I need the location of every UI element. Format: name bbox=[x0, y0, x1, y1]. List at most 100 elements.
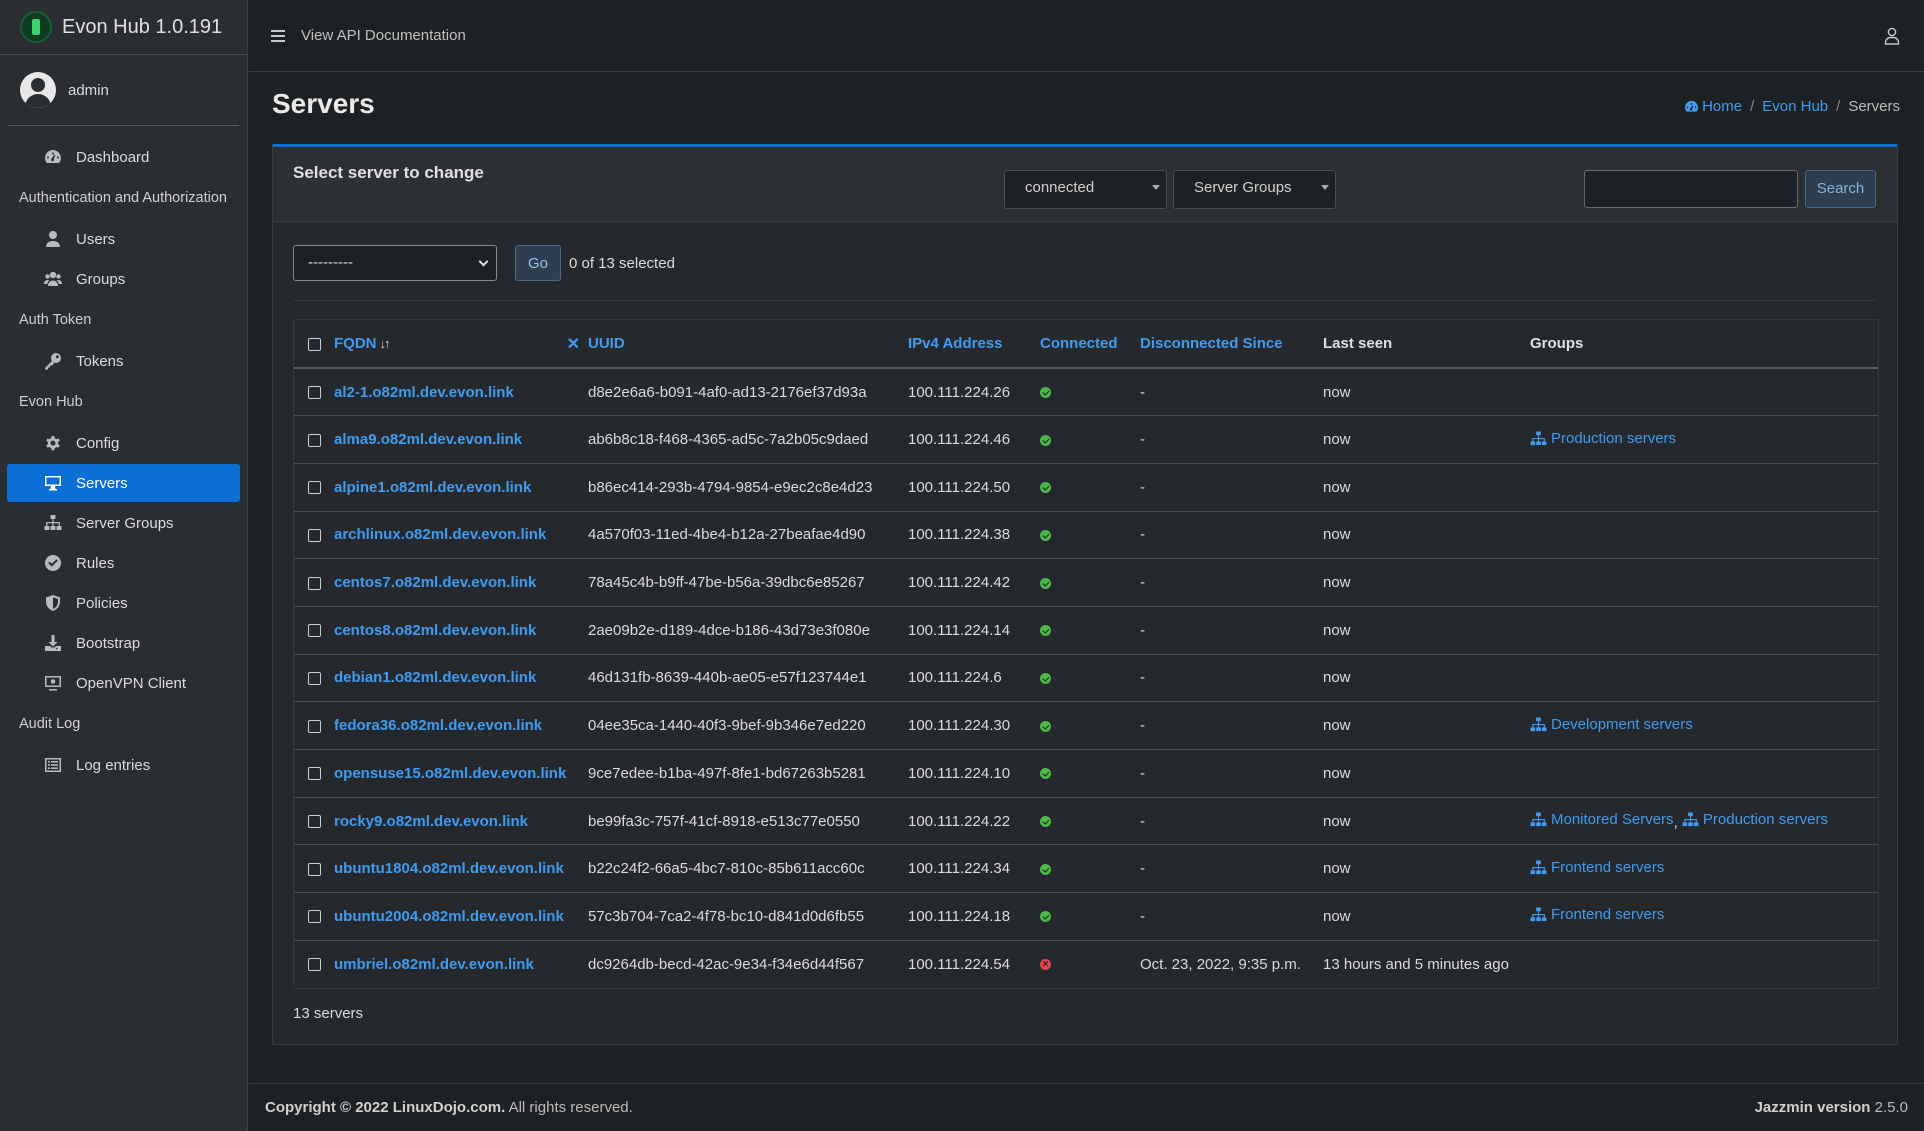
table-row: alpine1.o82ml.dev.evon.link b86ec414-293b… bbox=[294, 463, 1878, 512]
row-checkbox[interactable] bbox=[307, 958, 321, 972]
column-header-disconnected-since[interactable]: Disconnected Since bbox=[1140, 335, 1283, 352]
sidebar-section-header: Auth Token bbox=[19, 312, 92, 328]
row-checkbox[interactable] bbox=[307, 815, 321, 829]
row-checkbox[interactable] bbox=[307, 767, 321, 781]
group-link[interactable]: Production servers bbox=[1682, 811, 1828, 828]
fqdn-link[interactable]: rocky9.o82ml.dev.evon.link bbox=[334, 813, 528, 830]
footer: Copyright © 2022 LinuxDojo.com. All righ… bbox=[249, 1083, 1924, 1131]
sitemap-icon bbox=[1530, 812, 1551, 827]
sidebar-item-users[interactable]: Users bbox=[7, 220, 240, 258]
fqdn-link[interactable]: fedora36.o82ml.dev.evon.link bbox=[334, 717, 542, 734]
last-seen-cell: now bbox=[1323, 621, 1351, 639]
uuid-cell: b86ec414-293b-4794-9854-e9ec2c8e4d23 bbox=[588, 478, 873, 496]
sidebar-item-openvpn-client[interactable]: OpenVPN Client bbox=[7, 664, 240, 702]
search-button[interactable]: Search bbox=[1805, 170, 1876, 208]
brand[interactable]: Evon Hub 1.0.191 bbox=[0, 0, 247, 55]
uuid-cell: 4a570f03-11ed-4be4-b12a-27beafae4d90 bbox=[588, 526, 866, 544]
fqdn-link[interactable]: umbriel.o82ml.dev.evon.link bbox=[334, 956, 534, 973]
group-link[interactable]: Frontend servers bbox=[1530, 906, 1664, 923]
group-link[interactable]: Frontend servers bbox=[1530, 859, 1664, 876]
footer-version-label: Jazzmin version bbox=[1754, 1099, 1871, 1116]
row-checkbox[interactable] bbox=[307, 719, 321, 733]
breadcrumb-app[interactable]: Evon Hub bbox=[1762, 98, 1828, 115]
column-header-connected[interactable]: Connected bbox=[1040, 335, 1118, 352]
uuid-cell: b22c24f2-66a5-4bc7-810c-85b611acc60c bbox=[588, 860, 865, 878]
divider bbox=[293, 300, 1877, 301]
user-icon bbox=[42, 230, 64, 248]
fqdn-link[interactable]: alma9.o82ml.dev.evon.link bbox=[334, 431, 522, 448]
row-checkbox[interactable] bbox=[307, 481, 321, 495]
search-input[interactable] bbox=[1584, 170, 1798, 208]
row-checkbox[interactable] bbox=[307, 386, 321, 400]
fqdn-link[interactable]: archlinux.o82ml.dev.evon.link bbox=[334, 526, 546, 543]
disconnected-since-cell: - bbox=[1140, 764, 1145, 782]
fqdn-link[interactable]: alpine1.o82ml.dev.evon.link bbox=[334, 479, 531, 496]
row-checkbox[interactable] bbox=[307, 576, 321, 590]
api-docs-link[interactable]: View API Documentation bbox=[301, 27, 466, 44]
go-button[interactable]: Go bbox=[515, 245, 561, 281]
column-header-ipv4[interactable]: IPv4 Address bbox=[908, 335, 1003, 352]
sidebar-item-label: Config bbox=[76, 434, 120, 452]
sidebar-item-dashboard[interactable]: Dashboard bbox=[7, 138, 240, 176]
row-checkbox[interactable] bbox=[307, 862, 321, 876]
results-table: FQDN ↓↑ ✕ UUID IPv4 Address Connected Dis… bbox=[294, 320, 1878, 988]
row-checkbox[interactable] bbox=[307, 433, 321, 447]
group-link[interactable]: Development servers bbox=[1530, 716, 1693, 733]
row-checkbox[interactable] bbox=[307, 672, 321, 685]
fqdn-link[interactable]: centos7.o82ml.dev.evon.link bbox=[334, 574, 536, 591]
sort-ascending-icon[interactable]: ↓↑ bbox=[380, 336, 391, 351]
fqdn-link[interactable]: centos8.o82ml.dev.evon.link bbox=[334, 622, 536, 639]
sidebar-item-servers[interactable]: Servers bbox=[7, 464, 240, 502]
sidebar-item-tokens[interactable]: Tokens bbox=[7, 342, 240, 380]
table-header-row: FQDN ↓↑ ✕ UUID IPv4 Address Connected Dis… bbox=[294, 320, 1878, 369]
sitemap-icon bbox=[1530, 907, 1551, 922]
group-link[interactable]: Monitored Servers bbox=[1530, 811, 1674, 828]
last-seen-cell: now bbox=[1323, 717, 1351, 735]
action-select[interactable]: --------- bbox=[293, 245, 497, 281]
card-header: Select server to change connected Server… bbox=[273, 147, 1897, 222]
row-checkbox[interactable] bbox=[307, 624, 321, 638]
column-header-uuid[interactable]: UUID bbox=[588, 335, 625, 352]
uuid-cell: dc9264db-becd-42ac-9e34-f34e6d44f567 bbox=[588, 955, 865, 973]
ipv4-cell: 100.111.224.38 bbox=[908, 526, 1011, 544]
group-link[interactable]: Production servers bbox=[1530, 430, 1676, 447]
disconnected-since-cell: - bbox=[1140, 574, 1145, 592]
fqdn-link[interactable]: ubuntu1804.o82ml.dev.evon.link bbox=[334, 860, 564, 877]
user-panel[interactable]: admin bbox=[8, 55, 239, 126]
fqdn-link[interactable]: al2-1.o82ml.dev.evon.link bbox=[334, 384, 514, 401]
sidebar-item-policies[interactable]: Policies bbox=[7, 584, 240, 622]
ipv4-cell: 100.111.224.30 bbox=[908, 717, 1011, 735]
fqdn-link[interactable]: debian1.o82ml.dev.evon.link bbox=[334, 669, 536, 686]
clear-sort-icon[interactable]: ✕ bbox=[567, 334, 580, 354]
server-groups-filter-select[interactable]: Server Groups bbox=[1173, 170, 1336, 209]
disconnected-x-icon: × bbox=[1040, 959, 1051, 971]
ipv4-cell: 100.111.224.10 bbox=[908, 764, 1011, 782]
changelist-card: Select server to change connected Server… bbox=[272, 144, 1898, 1045]
select-all-checkbox[interactable] bbox=[307, 337, 321, 351]
user-menu-icon[interactable] bbox=[1884, 27, 1900, 45]
sidebar-item-rules[interactable]: Rules bbox=[7, 544, 240, 582]
last-seen-cell: now bbox=[1323, 860, 1351, 878]
fqdn-link[interactable]: opensuse15.o82ml.dev.evon.link bbox=[334, 765, 566, 782]
selection-counter: 0 of 13 selected bbox=[569, 254, 675, 272]
groups-cell bbox=[1530, 606, 1878, 655]
sidebar-item-bootstrap[interactable]: Bootstrap bbox=[7, 624, 240, 662]
sidebar-item-server-groups[interactable]: Server Groups bbox=[7, 504, 240, 542]
sidebar-item-config[interactable]: Config bbox=[7, 424, 240, 462]
chevron-down-icon bbox=[478, 256, 489, 267]
breadcrumb-home[interactable]: Home bbox=[1702, 98, 1742, 115]
ipv4-cell: 100.111.224.54 bbox=[908, 955, 1011, 973]
connected-check-icon bbox=[1040, 816, 1051, 828]
menu-toggle-icon[interactable] bbox=[271, 29, 285, 42]
sidebar-item-groups[interactable]: Groups bbox=[7, 260, 240, 298]
fqdn-link[interactable]: ubuntu2004.o82ml.dev.evon.link bbox=[334, 908, 564, 925]
last-seen-cell: now bbox=[1323, 431, 1351, 449]
groups-cell bbox=[1530, 368, 1878, 417]
connected-filter-select[interactable]: connected bbox=[1004, 170, 1167, 209]
table-row: fedora36.o82ml.dev.evon.link 04ee35ca-144… bbox=[294, 701, 1878, 750]
row-checkbox[interactable] bbox=[307, 528, 321, 542]
row-checkbox[interactable] bbox=[307, 910, 321, 924]
sidebar-item-log-entries[interactable]: Log entries bbox=[7, 746, 240, 784]
action-select-value: --------- bbox=[308, 254, 353, 271]
column-header-fqdn[interactable]: FQDN bbox=[334, 335, 377, 352]
